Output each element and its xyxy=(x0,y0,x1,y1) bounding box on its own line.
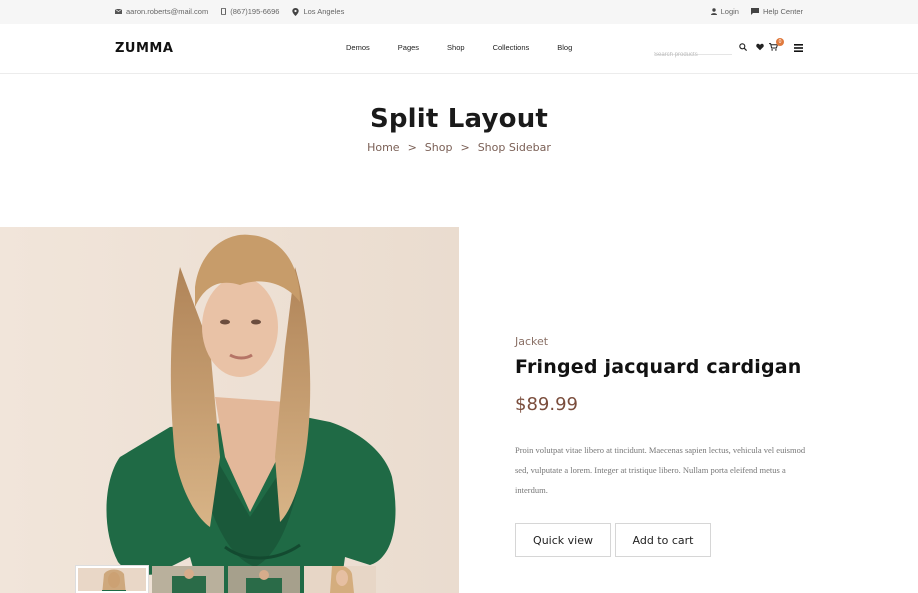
nav-item-collections[interactable]: Collections xyxy=(493,43,530,52)
nav-item-pages[interactable]: Pages xyxy=(398,43,419,52)
breadcrumb: Home > Shop > Shop Sidebar xyxy=(0,141,918,154)
search-input[interactable] xyxy=(654,52,732,58)
top-bar: aaron.roberts@mail.com (867)195-6696 Los… xyxy=(0,0,918,24)
nav-item-blog[interactable]: Blog xyxy=(557,43,572,52)
login-link[interactable]: Login xyxy=(710,7,739,16)
top-bar-contacts: aaron.roberts@mail.com (867)195-6696 Los… xyxy=(115,7,344,16)
thumbnail-photo xyxy=(246,570,282,593)
product-photo xyxy=(0,227,459,593)
cart-count-badge: 0 xyxy=(776,38,784,46)
thumbnail-4[interactable] xyxy=(304,566,376,593)
thumbnail-photo xyxy=(330,566,354,593)
search-box xyxy=(654,43,732,58)
breadcrumb-home[interactable]: Home xyxy=(367,141,399,154)
login-text: Login xyxy=(720,7,739,16)
search-icon[interactable] xyxy=(739,43,747,51)
product-thumbnails xyxy=(75,565,376,593)
main-nav: Demos Pages Shop Collections Blog xyxy=(346,43,572,52)
thumbnail-photo xyxy=(172,569,206,593)
product-price: $89.99 xyxy=(515,394,578,415)
breadcrumb-separator: > xyxy=(407,141,417,154)
email-link[interactable]: aaron.roberts@mail.com xyxy=(115,7,208,16)
product-title: Fringed jacquard cardigan xyxy=(515,356,802,378)
envelope-icon xyxy=(115,9,122,14)
main-header: ZUMMA Demos Pages Shop Collections Blog … xyxy=(0,24,918,74)
add-to-cart-button[interactable]: Add to cart xyxy=(615,523,711,557)
heart-icon[interactable] xyxy=(756,43,764,51)
phone-text: (867)195-6696 xyxy=(230,7,280,16)
page-title: Split Layout xyxy=(369,104,549,134)
location-icon xyxy=(292,7,300,16)
chat-icon xyxy=(750,8,759,15)
menu-icon[interactable] xyxy=(794,44,803,52)
phone-link[interactable]: (867)195-6696 xyxy=(221,7,279,16)
phone-icon xyxy=(221,8,227,15)
thumbnail-3[interactable] xyxy=(228,566,300,593)
help-center-link[interactable]: Help Center xyxy=(750,7,803,16)
top-bar-actions: Login Help Center xyxy=(710,7,803,16)
email-text: aaron.roberts@mail.com xyxy=(126,7,209,16)
location-link[interactable]: Los Angeles xyxy=(292,7,344,16)
product-category[interactable]: Jacket xyxy=(515,335,548,348)
breadcrumb-shop[interactable]: Shop xyxy=(425,141,453,154)
breadcrumb-current: Shop Sidebar xyxy=(477,141,551,154)
location-text: Los Angeles xyxy=(303,7,345,16)
thumbnail-photo xyxy=(102,569,126,591)
thumbnail-2[interactable] xyxy=(152,566,224,593)
nav-item-demos[interactable]: Demos xyxy=(346,43,370,52)
quick-view-button[interactable]: Quick view xyxy=(515,523,611,557)
nav-item-shop[interactable]: Shop xyxy=(447,43,465,52)
thumbnail-1[interactable] xyxy=(75,565,149,593)
product-main-image[interactable] xyxy=(0,227,459,593)
breadcrumb-separator: > xyxy=(460,141,470,154)
user-icon xyxy=(710,8,717,15)
help-text: Help Center xyxy=(762,7,803,16)
logo[interactable]: ZUMMA xyxy=(115,41,173,56)
product-description: Proin volutpat vitae libero at tincidunt… xyxy=(515,445,806,495)
